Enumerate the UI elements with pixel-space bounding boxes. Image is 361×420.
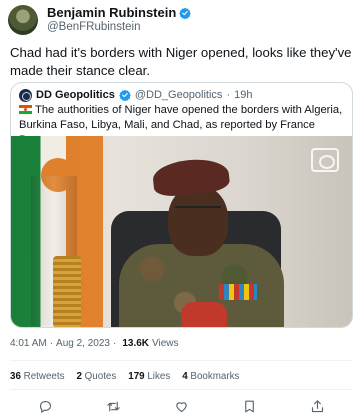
share-button[interactable] bbox=[307, 396, 327, 416]
quotes-count: 2 bbox=[76, 371, 82, 382]
quoted-media-image[interactable] bbox=[11, 136, 352, 327]
views-label[interactable]: Views bbox=[152, 338, 179, 349]
author-names: Benjamin Rubinstein @BenFRubinstein bbox=[47, 5, 192, 34]
divider bbox=[10, 360, 353, 361]
quoted-author-name[interactable]: DD Geopolitics bbox=[36, 89, 115, 101]
quotes-stat[interactable]: 2 Quotes bbox=[76, 371, 116, 382]
flag-fringe bbox=[53, 256, 81, 327]
quoted-separator: · bbox=[226, 89, 231, 101]
tweet-time[interactable]: 4:01 AM bbox=[10, 338, 47, 349]
quoted-tweet-header: DD Geopolitics @DD_Geopolitics · 19h bbox=[19, 88, 252, 102]
bookmark-button[interactable] bbox=[239, 396, 259, 416]
quoted-author-handle[interactable]: @DD_Geopolitics bbox=[135, 89, 223, 101]
likes-count: 179 bbox=[128, 371, 145, 382]
bookmarks-stat[interactable]: 4 Bookmarks bbox=[182, 371, 239, 382]
microphone bbox=[181, 302, 227, 327]
like-button[interactable] bbox=[171, 396, 191, 416]
author-handle[interactable]: @BenFRubinstein bbox=[47, 21, 191, 34]
reply-button[interactable] bbox=[35, 396, 55, 416]
retweets-stat[interactable]: 36 Retweets bbox=[10, 371, 64, 382]
quoted-tweet[interactable]: DD Geopolitics @DD_Geopolitics · 19h The… bbox=[10, 82, 353, 328]
quoted-author-avatar[interactable] bbox=[19, 88, 32, 102]
tv-channel-logo-icon bbox=[311, 148, 339, 172]
retweets-count: 36 bbox=[10, 371, 21, 382]
retweet-button[interactable] bbox=[103, 396, 123, 416]
bookmarks-count: 4 bbox=[182, 371, 188, 382]
bookmark-icon bbox=[244, 400, 254, 412]
divider bbox=[10, 389, 353, 390]
meta-separator: · bbox=[49, 338, 54, 349]
like-icon bbox=[175, 401, 187, 412]
likes-label: Likes bbox=[147, 371, 171, 382]
tweet-header: Benjamin Rubinstein @BenFRubinstein bbox=[8, 4, 192, 36]
verified-badge-icon bbox=[119, 89, 131, 101]
quoted-timestamp[interactable]: 19h bbox=[234, 89, 252, 101]
author-display-name[interactable]: Benjamin Rubinstein bbox=[47, 5, 176, 21]
medal-ribbons bbox=[219, 284, 257, 300]
meta-separator: · bbox=[112, 338, 117, 349]
reply-icon bbox=[39, 400, 51, 413]
tweet-meta: 4:01 AM · Aug 2, 2023 · 13.6K Views bbox=[10, 338, 179, 349]
author-name-row: Benjamin Rubinstein bbox=[47, 5, 192, 21]
tweet-date[interactable]: Aug 2, 2023 bbox=[56, 338, 110, 349]
person-face bbox=[168, 186, 228, 256]
likes-stat[interactable]: 179 Likes bbox=[128, 371, 170, 382]
bookmarks-label: Bookmarks bbox=[190, 371, 240, 382]
retweets-label: Retweets bbox=[23, 371, 65, 382]
verified-badge-icon bbox=[179, 8, 192, 20]
action-bar bbox=[0, 396, 361, 416]
share-icon bbox=[311, 399, 323, 412]
engagement-stats: 36 Retweets 2 Quotes 179 Likes 4 Bookmar… bbox=[10, 371, 239, 382]
author-avatar[interactable] bbox=[8, 5, 38, 35]
niger-flag-icon bbox=[19, 105, 32, 114]
views-count[interactable]: 13.6K bbox=[122, 338, 149, 349]
glasses bbox=[175, 206, 221, 214]
quotes-label: Quotes bbox=[84, 371, 117, 382]
retweet-icon bbox=[106, 401, 120, 411]
tweet-text: Chad had it's borders with Niger opened,… bbox=[10, 45, 352, 78]
